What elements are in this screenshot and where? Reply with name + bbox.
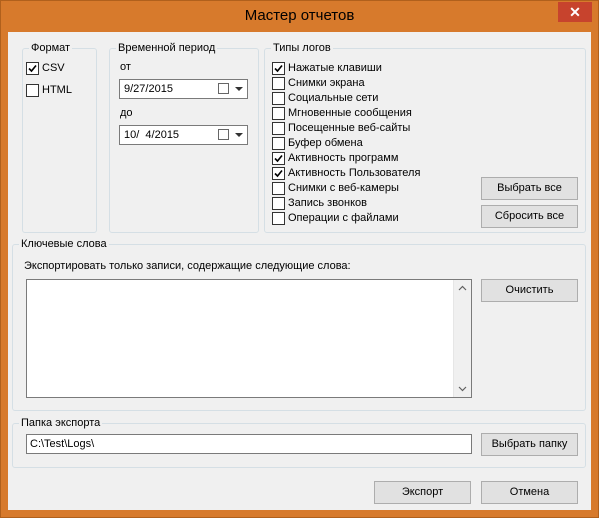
report-wizard-window: Мастер отчетов ✕ Формат CSV HTML Временн…	[0, 0, 599, 518]
date-from-picker[interactable]: 9/27/2015	[119, 79, 248, 99]
period-to-label: до	[120, 107, 133, 119]
log-type-option[interactable]: Мгновенные сообщения	[272, 106, 412, 121]
checkbox-checked-icon[interactable]	[26, 62, 39, 75]
log-types-legend: Типы логов	[271, 42, 333, 55]
checkbox-unchecked-icon[interactable]	[272, 107, 285, 120]
log-type-label: Нажатые клавиши	[288, 62, 382, 74]
log-type-label: Операции с файлами	[288, 212, 399, 224]
checkbox-checked-icon[interactable]	[272, 152, 285, 165]
log-type-option[interactable]: Нажатые клавиши	[272, 61, 382, 76]
checkbox-unchecked-icon[interactable]	[272, 197, 285, 210]
chevron-down-icon	[458, 386, 467, 392]
keywords-description: Экспортировать только записи, содержащие…	[24, 260, 351, 272]
dialog-body: Формат CSV HTML Временной период от 9/27…	[8, 32, 591, 510]
calendar-icon[interactable]	[218, 129, 229, 140]
title-bar[interactable]: Мастер отчетов ✕	[1, 1, 598, 32]
log-type-option[interactable]: Буфер обмена	[272, 136, 363, 151]
cancel-button[interactable]: Отмена	[481, 481, 578, 504]
log-type-label: Запись звонков	[288, 197, 368, 209]
calendar-icon[interactable]	[218, 83, 229, 94]
close-button[interactable]: ✕	[558, 2, 592, 22]
log-type-option[interactable]: Посещенные веб-сайты	[272, 121, 410, 136]
checkbox-unchecked-icon[interactable]	[272, 182, 285, 195]
log-type-option[interactable]: Активность Пользователя	[272, 166, 420, 181]
log-type-label: Социальные сети	[288, 92, 379, 104]
keywords-textarea[interactable]	[26, 279, 472, 398]
chevron-down-icon[interactable]	[235, 87, 243, 91]
format-csv-option[interactable]: CSV	[26, 61, 65, 76]
format-html-option[interactable]: HTML	[26, 83, 72, 98]
chevron-down-icon[interactable]	[235, 133, 243, 137]
keywords-scrollbar[interactable]	[453, 280, 471, 397]
date-to-picker[interactable]: 10/ 4/2015	[119, 125, 248, 145]
export-button[interactable]: Экспорт	[374, 481, 471, 504]
window-title: Мастер отчетов	[244, 7, 355, 24]
date-to-value: 10/ 4/2015	[124, 129, 180, 141]
checkbox-checked-icon[interactable]	[272, 62, 285, 75]
format-legend: Формат	[29, 42, 73, 55]
checkbox-unchecked-icon[interactable]	[272, 212, 285, 225]
format-html-label: HTML	[42, 84, 72, 96]
log-type-option[interactable]: Активность программ	[272, 151, 398, 166]
log-type-option[interactable]: Операции с файлами	[272, 211, 399, 226]
scroll-up-button[interactable]	[454, 280, 471, 297]
checkbox-unchecked-icon[interactable]	[272, 122, 285, 135]
log-type-label: Активность Пользователя	[288, 167, 421, 179]
checkbox-unchecked-icon[interactable]	[272, 137, 285, 150]
log-type-label: Посещенные веб-сайты	[288, 122, 411, 134]
scroll-down-button[interactable]	[454, 380, 471, 397]
checkbox-unchecked-icon[interactable]	[272, 77, 285, 90]
log-type-label: Буфер обмена	[288, 137, 363, 149]
checkbox-unchecked-icon[interactable]	[26, 84, 39, 97]
log-type-option[interactable]: Снимки с веб-камеры	[272, 181, 399, 196]
browse-folder-button[interactable]: Выбрать папку	[481, 433, 578, 456]
log-type-option[interactable]: Запись звонков	[272, 196, 367, 211]
period-legend: Временной период	[116, 42, 218, 55]
log-type-label: Активность программ	[288, 152, 399, 164]
export-path-field[interactable]: C:\Test\Logs\	[26, 434, 472, 454]
date-from-value: 9/27/2015	[124, 83, 173, 95]
log-type-option[interactable]: Снимки экрана	[272, 76, 365, 91]
log-type-label: Снимки экрана	[288, 77, 365, 89]
checkbox-checked-icon[interactable]	[272, 167, 285, 180]
chevron-up-icon	[458, 285, 467, 291]
period-from-label: от	[120, 61, 131, 73]
export-folder-legend: Папка экспорта	[19, 417, 103, 430]
log-type-option[interactable]: Социальные сети	[272, 91, 378, 106]
keywords-legend: Ключевые слова	[19, 238, 109, 251]
format-csv-label: CSV	[42, 62, 65, 74]
clear-button[interactable]: Очистить	[481, 279, 578, 302]
select-all-button[interactable]: Выбрать все	[481, 177, 578, 200]
reset-all-button[interactable]: Сбросить все	[481, 205, 578, 228]
log-type-label: Снимки с веб-камеры	[288, 182, 399, 194]
checkbox-unchecked-icon[interactable]	[272, 92, 285, 105]
log-type-label: Мгновенные сообщения	[288, 107, 412, 119]
